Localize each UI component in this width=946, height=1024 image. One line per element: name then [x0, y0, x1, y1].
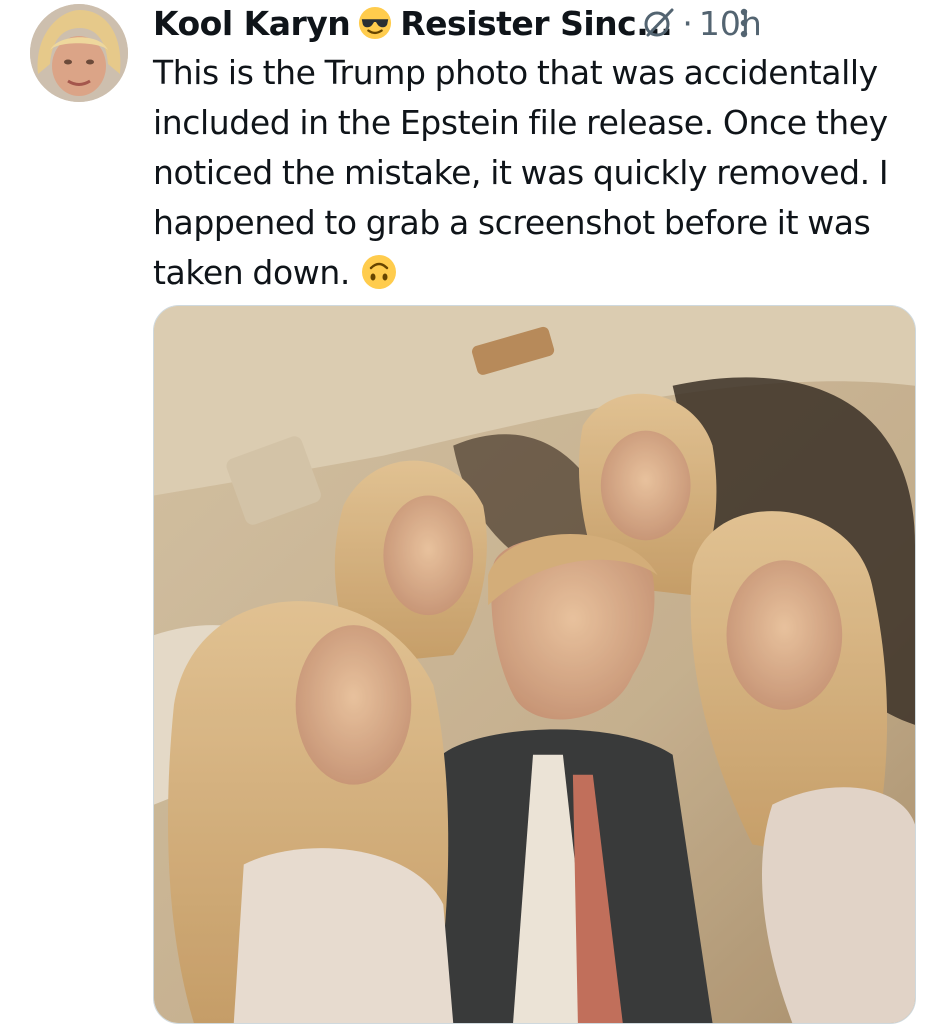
upside-down-face-emoji-icon — [362, 255, 397, 289]
post: Kool Karyn Resister Sinc... · 10h This i… — [0, 0, 946, 1024]
grok-icon[interactable] — [642, 6, 676, 40]
avatar[interactable] — [30, 4, 128, 102]
post-text: This is the Trump photo that was acciden… — [153, 48, 923, 298]
author-display-name[interactable]: Kool Karyn — [153, 4, 351, 43]
photo-image — [154, 306, 915, 1023]
author-name-suffix[interactable]: Resister Sinc... — [400, 4, 673, 43]
header-separator: · — [682, 3, 693, 43]
post-body-text: This is the Trump photo that was acciden… — [153, 53, 889, 292]
post-media-photo[interactable] — [153, 305, 916, 1024]
post-timestamp[interactable]: 10h — [699, 4, 762, 43]
sunglasses-emoji-icon — [359, 6, 392, 40]
more-options-icon[interactable] — [738, 6, 750, 40]
post-header: Kool Karyn Resister Sinc... · 10h — [153, 0, 923, 46]
avatar-image — [30, 4, 128, 102]
